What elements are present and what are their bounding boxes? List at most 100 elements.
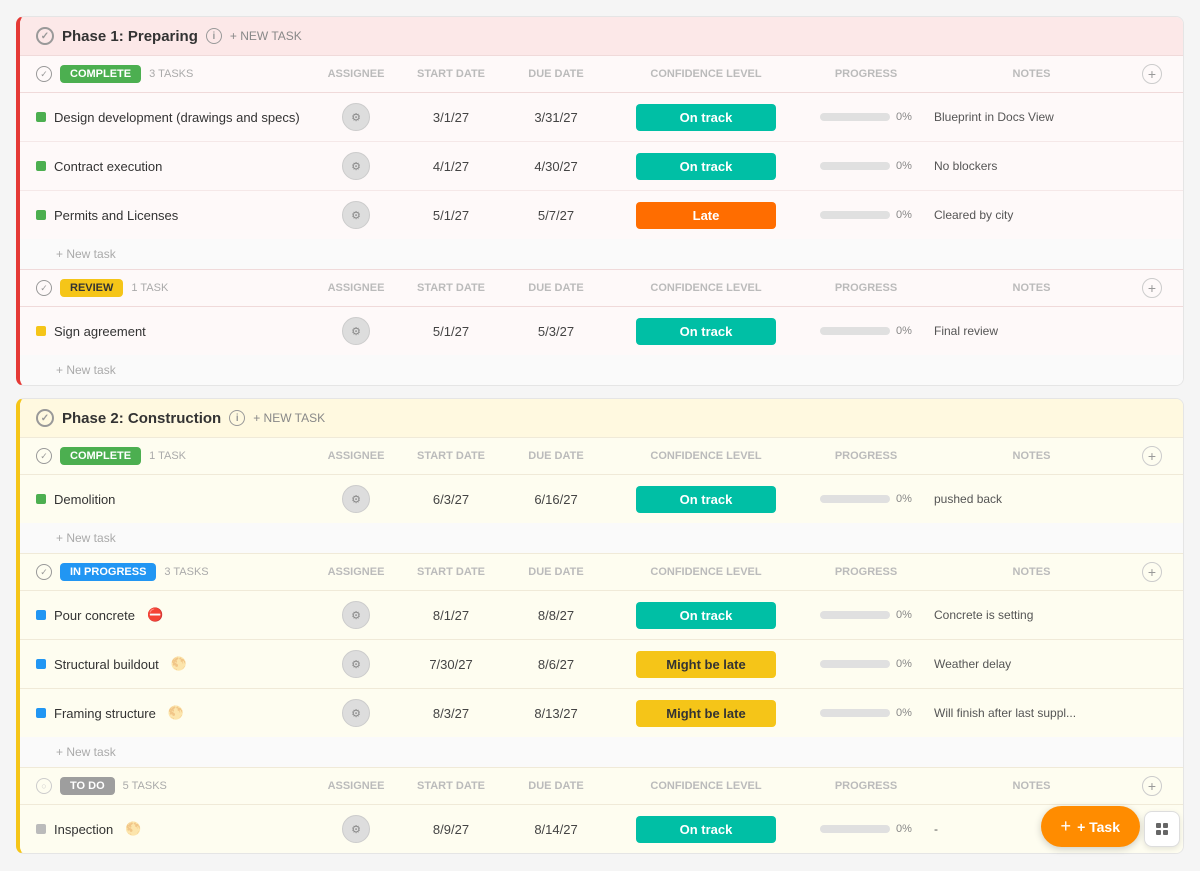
section1-review-badge: REVIEW <box>60 279 123 297</box>
start-date: 5/1/27 <box>396 208 506 223</box>
phase1-info-icon[interactable]: i <box>206 28 222 44</box>
phase1-new-task[interactable]: + NEW TASK <box>230 29 302 43</box>
due-date: 8/6/27 <box>506 657 606 672</box>
assignee-avatar[interactable]: ⚙ <box>342 317 370 345</box>
notes-cell: Will finish after last suppl... <box>926 706 1137 720</box>
task-dot <box>36 326 46 336</box>
task-dot <box>36 112 46 122</box>
assignee-avatar[interactable]: ⚙ <box>342 601 370 629</box>
col-startdate-2td: START DATE <box>396 780 506 792</box>
section2-complete-chevron[interactable]: ✓ <box>36 448 52 464</box>
progress-pct: 0% <box>896 823 912 835</box>
col-notes-r1: NOTES <box>926 282 1137 294</box>
confidence-badge: On track <box>636 602 776 629</box>
phase2-new-task[interactable]: + NEW TASK <box>253 411 325 425</box>
task-dot <box>36 210 46 220</box>
col-notes-1: NOTES <box>926 68 1137 80</box>
start-date: 8/3/27 <box>396 706 506 721</box>
assignee-avatar[interactable]: ⚙ <box>342 152 370 180</box>
progress-pct: 0% <box>896 209 912 221</box>
col-progress-2td: PROGRESS <box>806 780 926 792</box>
add-col-btn-2ip[interactable]: + <box>1142 562 1162 582</box>
col-confidence-2td: CONFIDENCE LEVEL <box>606 780 806 792</box>
start-date: 7/30/27 <box>396 657 506 672</box>
section2-todo-count: 5 TASKS <box>123 780 167 792</box>
assignee-avatar[interactable]: ⚙ <box>342 650 370 678</box>
confidence-badge: On track <box>636 486 776 513</box>
assignee-avatar[interactable]: ⚙ <box>342 699 370 727</box>
section2-inprogress-chevron[interactable]: ✓ <box>36 564 52 580</box>
grid-view-button[interactable] <box>1144 811 1180 847</box>
new-task-link-r1[interactable]: + New task <box>20 355 1183 385</box>
col-assignee-2: ASSIGNEE <box>316 450 396 462</box>
col-assignee-1: ASSIGNEE <box>316 68 396 80</box>
col-confidence-r1: CONFIDENCE LEVEL <box>606 282 806 294</box>
task-name: Demolition <box>54 492 115 507</box>
add-col-btn-2[interactable]: + <box>1142 446 1162 466</box>
task-status-icon: ⛔ <box>147 607 163 623</box>
add-col-btn-2td[interactable]: + <box>1142 776 1162 796</box>
start-date: 3/1/27 <box>396 110 506 125</box>
new-task-link-1[interactable]: + New task <box>20 239 1183 269</box>
start-date: 8/9/27 <box>396 822 506 837</box>
progress-pct: 0% <box>896 658 912 670</box>
phase1-chevron[interactable]: ✓ <box>36 27 54 45</box>
progress-bar <box>820 611 890 619</box>
progress-bar <box>820 211 890 219</box>
section2-inprogress-badge: IN PROGRESS <box>60 563 156 581</box>
assignee-avatar[interactable]: ⚙ <box>342 201 370 229</box>
notes-cell: No blockers <box>926 159 1137 173</box>
start-date: 4/1/27 <box>396 159 506 174</box>
col-confidence-1: CONFIDENCE LEVEL <box>606 68 806 80</box>
due-date: 8/8/27 <box>506 608 606 623</box>
task-name: Framing structure <box>54 706 156 721</box>
table-row: Contract execution ⚙ 4/1/27 4/30/27 On t… <box>20 142 1183 191</box>
col-progress-2: PROGRESS <box>806 450 926 462</box>
notes-cell: Final review <box>926 324 1137 338</box>
col-duedate-2: DUE DATE <box>506 450 606 462</box>
col-duedate-1: DUE DATE <box>506 68 606 80</box>
fab-task-button[interactable]: + + Task <box>1041 806 1140 847</box>
add-col-btn-1[interactable]: + <box>1142 64 1162 84</box>
task-name: Pour concrete <box>54 608 135 623</box>
confidence-badge: On track <box>636 816 776 843</box>
assignee-avatar[interactable]: ⚙ <box>342 103 370 131</box>
section2-todo-chevron[interactable]: ○ <box>36 778 52 794</box>
phase2-info-icon[interactable]: i <box>229 410 245 426</box>
col-startdate-1: START DATE <box>396 68 506 80</box>
section1-complete-chevron[interactable]: ✓ <box>36 66 52 82</box>
progress-bar <box>820 660 890 668</box>
section1-review-chevron[interactable]: ✓ <box>36 280 52 296</box>
table-row: Design development (drawings and specs) … <box>20 93 1183 142</box>
col-assignee-r1: ASSIGNEE <box>316 282 396 294</box>
assignee-avatar[interactable]: ⚙ <box>342 815 370 843</box>
start-date: 5/1/27 <box>396 324 506 339</box>
col-notes-2ip: NOTES <box>926 566 1137 578</box>
table-row: Demolition ⚙ 6/3/27 6/16/27 On track 0% … <box>20 475 1183 523</box>
progress-bar <box>820 327 890 335</box>
confidence-badge: Might be late <box>636 700 776 727</box>
confidence-badge: Might be late <box>636 651 776 678</box>
col-progress-1: PROGRESS <box>806 68 926 80</box>
start-date: 8/1/27 <box>396 608 506 623</box>
assignee-avatar[interactable]: ⚙ <box>342 485 370 513</box>
task-dot <box>36 708 46 718</box>
progress-bar <box>820 162 890 170</box>
task-name: Sign agreement <box>54 324 146 339</box>
due-date: 5/3/27 <box>506 324 606 339</box>
phase2-chevron[interactable]: ✓ <box>36 409 54 427</box>
progress-bar <box>820 709 890 717</box>
new-task-link-2c[interactable]: + New task <box>20 523 1183 553</box>
task-dot <box>36 494 46 504</box>
start-date: 6/3/27 <box>396 492 506 507</box>
section1-review-count: 1 TASK <box>131 282 168 294</box>
task-name: Inspection <box>54 822 113 837</box>
fab-plus-icon: + <box>1061 816 1072 837</box>
confidence-badge: On track <box>636 153 776 180</box>
new-task-link-2ip[interactable]: + New task <box>20 737 1183 767</box>
table-row: Inspection 🌕 ⚙ 8/9/27 8/14/27 On track 0… <box>20 805 1183 853</box>
task-status-icon: 🌕 <box>171 656 187 672</box>
col-notes-2: NOTES <box>926 450 1137 462</box>
add-col-btn-r1[interactable]: + <box>1142 278 1162 298</box>
task-name: Contract execution <box>54 159 162 174</box>
